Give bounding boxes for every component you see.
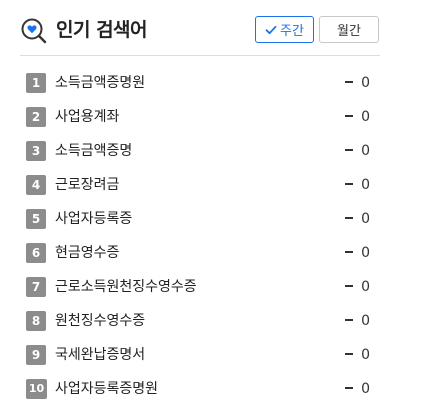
list-item: 10 사업자등록증명원 0 (26, 376, 370, 410)
rank-change-value: 0 (361, 313, 370, 329)
rank-change-value: 0 (361, 381, 370, 397)
page-title: 인기 검색어 (56, 19, 148, 41)
search-term-link[interactable]: 국세완납증명서 (55, 345, 145, 365)
no-change-dash-icon (345, 81, 354, 83)
list-item: 4 근로장려금 0 (26, 172, 370, 206)
popular-search-list: 1 소득금액증명원 0 2 사업용계좌 0 3 소득금액증명 0 4 근로장려금… (26, 70, 370, 410)
rank-change: 0 (345, 277, 370, 297)
rank-change: 0 (345, 379, 370, 399)
tab-monthly-label: 월간 (337, 24, 361, 39)
list-item: 3 소득금액증명 0 (26, 138, 370, 172)
rank-change: 0 (345, 311, 370, 331)
no-change-dash-icon (345, 353, 354, 355)
list-item: 7 근로소득원천징수영수증 0 (26, 274, 370, 308)
rank-change: 0 (345, 73, 370, 93)
rank-badge: 8 (26, 311, 46, 331)
search-term-link[interactable]: 사업자등록증 (55, 209, 132, 229)
no-change-dash-icon (345, 217, 354, 219)
rank-change-value: 0 (361, 347, 370, 363)
rank-change-value: 0 (361, 75, 370, 91)
no-change-dash-icon (345, 115, 354, 117)
search-term-link[interactable]: 현금영수증 (55, 243, 119, 263)
no-change-dash-icon (345, 319, 354, 321)
list-item: 8 원천징수영수증 0 (26, 308, 370, 342)
rank-change: 0 (345, 243, 370, 263)
rank-change-value: 0 (361, 211, 370, 227)
list-item: 6 현금영수증 0 (26, 240, 370, 274)
rank-badge: 4 (26, 175, 46, 195)
search-term-link[interactable]: 원천징수영수증 (55, 311, 145, 331)
widget-header: 인기 검색어 주간 월간 (20, 14, 380, 48)
checkmark-icon (265, 24, 277, 36)
rank-change: 0 (345, 107, 370, 127)
header-divider (20, 55, 380, 56)
rank-change-value: 0 (361, 109, 370, 125)
no-change-dash-icon (345, 285, 354, 287)
list-item: 2 사업용계좌 0 (26, 104, 370, 138)
tab-weekly[interactable]: 주간 (255, 16, 314, 43)
list-item: 5 사업자등록증 0 (26, 206, 370, 240)
rank-badge: 2 (26, 107, 46, 127)
search-term-link[interactable]: 사업자등록증명원 (55, 379, 158, 399)
list-item: 1 소득금액증명원 0 (26, 70, 370, 104)
rank-change-value: 0 (361, 177, 370, 193)
rank-change: 0 (345, 175, 370, 195)
popular-search-widget: 인기 검색어 주간 월간 1 소득금액증명원 0 2 사업용계좌 0 3 소득금… (0, 0, 426, 418)
rank-badge: 9 (26, 345, 46, 365)
search-term-link[interactable]: 소득금액증명 (55, 141, 132, 161)
list-item: 9 국세완납증명서 0 (26, 342, 370, 376)
rank-change: 0 (345, 345, 370, 365)
no-change-dash-icon (345, 183, 354, 185)
search-term-link[interactable]: 근로장려금 (55, 175, 119, 195)
search-term-link[interactable]: 사업용계좌 (55, 107, 119, 127)
rank-change-value: 0 (361, 143, 370, 159)
no-change-dash-icon (345, 387, 354, 389)
rank-badge: 3 (26, 141, 46, 161)
no-change-dash-icon (345, 149, 354, 151)
search-heart-icon (20, 17, 48, 45)
rank-badge: 7 (26, 277, 46, 297)
rank-change-value: 0 (361, 279, 370, 295)
rank-badge: 1 (26, 73, 46, 93)
rank-change: 0 (345, 141, 370, 161)
no-change-dash-icon (345, 251, 354, 253)
rank-badge: 10 (26, 379, 47, 399)
rank-badge: 5 (26, 209, 46, 229)
search-term-link[interactable]: 근로소득원천징수영수증 (55, 277, 197, 297)
search-term-link[interactable]: 소득금액증명원 (55, 73, 145, 93)
rank-change: 0 (345, 209, 370, 229)
rank-change-value: 0 (361, 245, 370, 261)
tab-monthly[interactable]: 월간 (319, 16, 379, 43)
rank-badge: 6 (26, 243, 46, 263)
tab-weekly-label: 주간 (280, 24, 304, 39)
